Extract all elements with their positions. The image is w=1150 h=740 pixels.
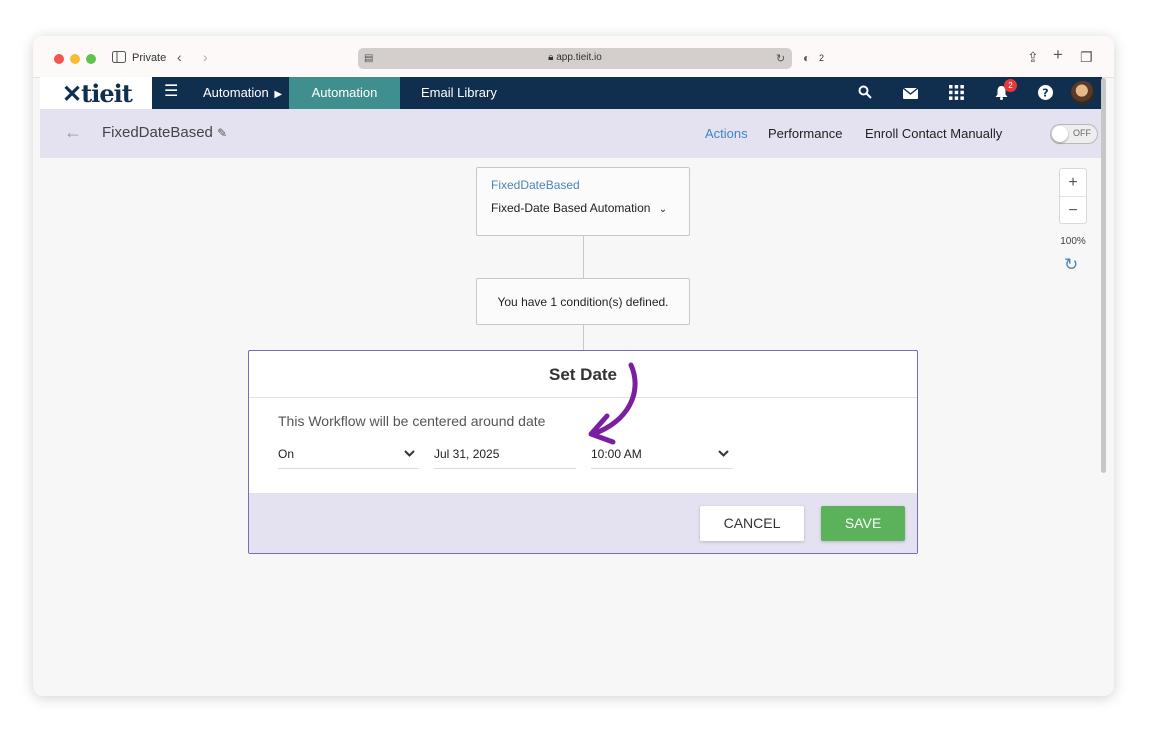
workflow-subheader: ← FixedDateBased ✎ Actions Performance E… xyxy=(40,109,1102,158)
zoom-out-button[interactable]: − xyxy=(1060,197,1086,225)
tab-actions[interactable]: Actions xyxy=(705,126,748,141)
tab-automation[interactable]: Automation xyxy=(289,77,400,116)
connector-line xyxy=(583,236,584,278)
shield-count: 2 xyxy=(819,53,825,63)
workflow-name: FixedDateBased ✎ xyxy=(102,124,227,141)
svg-text:?: ? xyxy=(1042,87,1048,100)
minimize-window-button[interactable] xyxy=(70,54,80,64)
caret-right-icon: ▶ xyxy=(274,89,283,100)
address-bar[interactable]: ▤ 🔒︎ app.tieit.io ↻ xyxy=(358,48,792,69)
zoom-controls: + − xyxy=(1059,168,1087,224)
time-select-value: 10:00 AM xyxy=(591,447,642,461)
mode-select-value: On xyxy=(278,447,295,461)
cancel-button[interactable]: CANCEL xyxy=(700,506,804,541)
url-text: app.tieit.io xyxy=(556,52,602,63)
back-icon[interactable]: ‹ xyxy=(177,50,182,64)
edit-pencil-icon[interactable]: ✎ xyxy=(217,126,227,140)
condition-node-text: You have 1 condition(s) defined. xyxy=(497,295,669,309)
tab-email-library[interactable]: Email Library xyxy=(421,77,497,109)
tab-enroll-contact[interactable]: Enroll Contact Manually xyxy=(865,126,1002,141)
toggle-label: OFF xyxy=(1073,128,1091,138)
zoom-window-button[interactable] xyxy=(86,54,96,64)
chevron-down-icon xyxy=(404,445,415,463)
trigger-node-title: FixedDateBased xyxy=(491,178,580,192)
save-button[interactable]: SAVE xyxy=(821,506,905,541)
reload-icon[interactable]: ↻ xyxy=(776,52,785,66)
logo-text: tieit xyxy=(81,79,133,108)
condition-node[interactable]: You have 1 condition(s) defined. xyxy=(476,278,690,325)
private-label: Private xyxy=(132,52,167,64)
trigger-node[interactable]: FixedDateBased Fixed-Date Based Automati… xyxy=(476,167,690,236)
logo-area[interactable]: ✕tieit xyxy=(40,77,152,109)
modal-footer: CANCEL SAVE xyxy=(249,493,917,553)
user-avatar[interactable] xyxy=(1071,81,1095,105)
trigger-type-select[interactable]: Fixed-Date Based Automation ⌄ xyxy=(491,201,667,215)
chevron-down-icon: ⌄ xyxy=(658,204,668,215)
notification-badge: 2 xyxy=(1004,79,1017,92)
trigger-type-value: Fixed-Date Based Automation xyxy=(491,201,651,215)
workflow-name-text: FixedDateBased xyxy=(102,124,213,141)
back-arrow-icon[interactable]: ← xyxy=(64,122,82,143)
hamburger-menu-icon[interactable]: ☰ xyxy=(164,84,178,100)
browser-window: Private ‹ › ▤ 🔒︎ app.tieit.io ↻ ◐ 2 ⇪ + … xyxy=(33,36,1114,696)
logo-mark-icon: ✕ xyxy=(62,79,82,108)
chevron-down-icon xyxy=(718,445,729,463)
tabs-overview-icon[interactable]: ❐ xyxy=(1080,50,1093,64)
zoom-in-button[interactable]: + xyxy=(1060,169,1086,197)
help-icon[interactable]: ? xyxy=(1038,85,1053,103)
time-select[interactable]: 10:00 AM xyxy=(591,445,733,469)
automation-dropdown[interactable]: Automation ▶ xyxy=(203,77,282,109)
date-input[interactable]: Jul 31, 2025 xyxy=(434,445,576,469)
lock-icon: 🔒︎ xyxy=(548,52,554,63)
forward-icon[interactable]: › xyxy=(203,50,208,64)
sidebar-icon[interactable] xyxy=(112,51,126,65)
vertical-scrollbar[interactable] xyxy=(1101,78,1106,473)
date-input-value: Jul 31, 2025 xyxy=(434,447,500,461)
annotation-arrow-icon xyxy=(588,362,638,445)
toggle-knob xyxy=(1052,126,1068,142)
zoom-level: 100% xyxy=(1060,236,1086,247)
connector-line xyxy=(583,325,584,350)
apps-grid-icon[interactable] xyxy=(949,85,964,103)
app-navbar: ✕tieit ☰ Automation ▶ Automation Email L… xyxy=(40,77,1102,116)
new-tab-icon[interactable]: + xyxy=(1053,46,1063,63)
tieit-logo[interactable]: ✕tieit xyxy=(62,79,133,108)
workflow-status-toggle[interactable]: OFF xyxy=(1050,124,1098,144)
shield-icon[interactable]: ◐ xyxy=(803,51,810,65)
tab-performance[interactable]: Performance xyxy=(768,126,842,141)
modal-description: This Workflow will be centered around da… xyxy=(278,413,546,429)
refresh-icon[interactable]: ↻ xyxy=(1064,255,1078,275)
browser-toolbar: Private ‹ › ▤ 🔒︎ app.tieit.io ↻ ◐ 2 ⇪ + … xyxy=(33,36,1114,78)
search-icon[interactable] xyxy=(858,85,872,102)
share-icon[interactable]: ⇪ xyxy=(1027,50,1039,64)
mail-icon[interactable] xyxy=(902,86,919,102)
tab-automation-label: Automation xyxy=(311,85,378,100)
automation-dropdown-label: Automation xyxy=(203,85,269,100)
close-window-button[interactable] xyxy=(54,54,64,64)
mode-select[interactable]: On xyxy=(278,445,419,469)
